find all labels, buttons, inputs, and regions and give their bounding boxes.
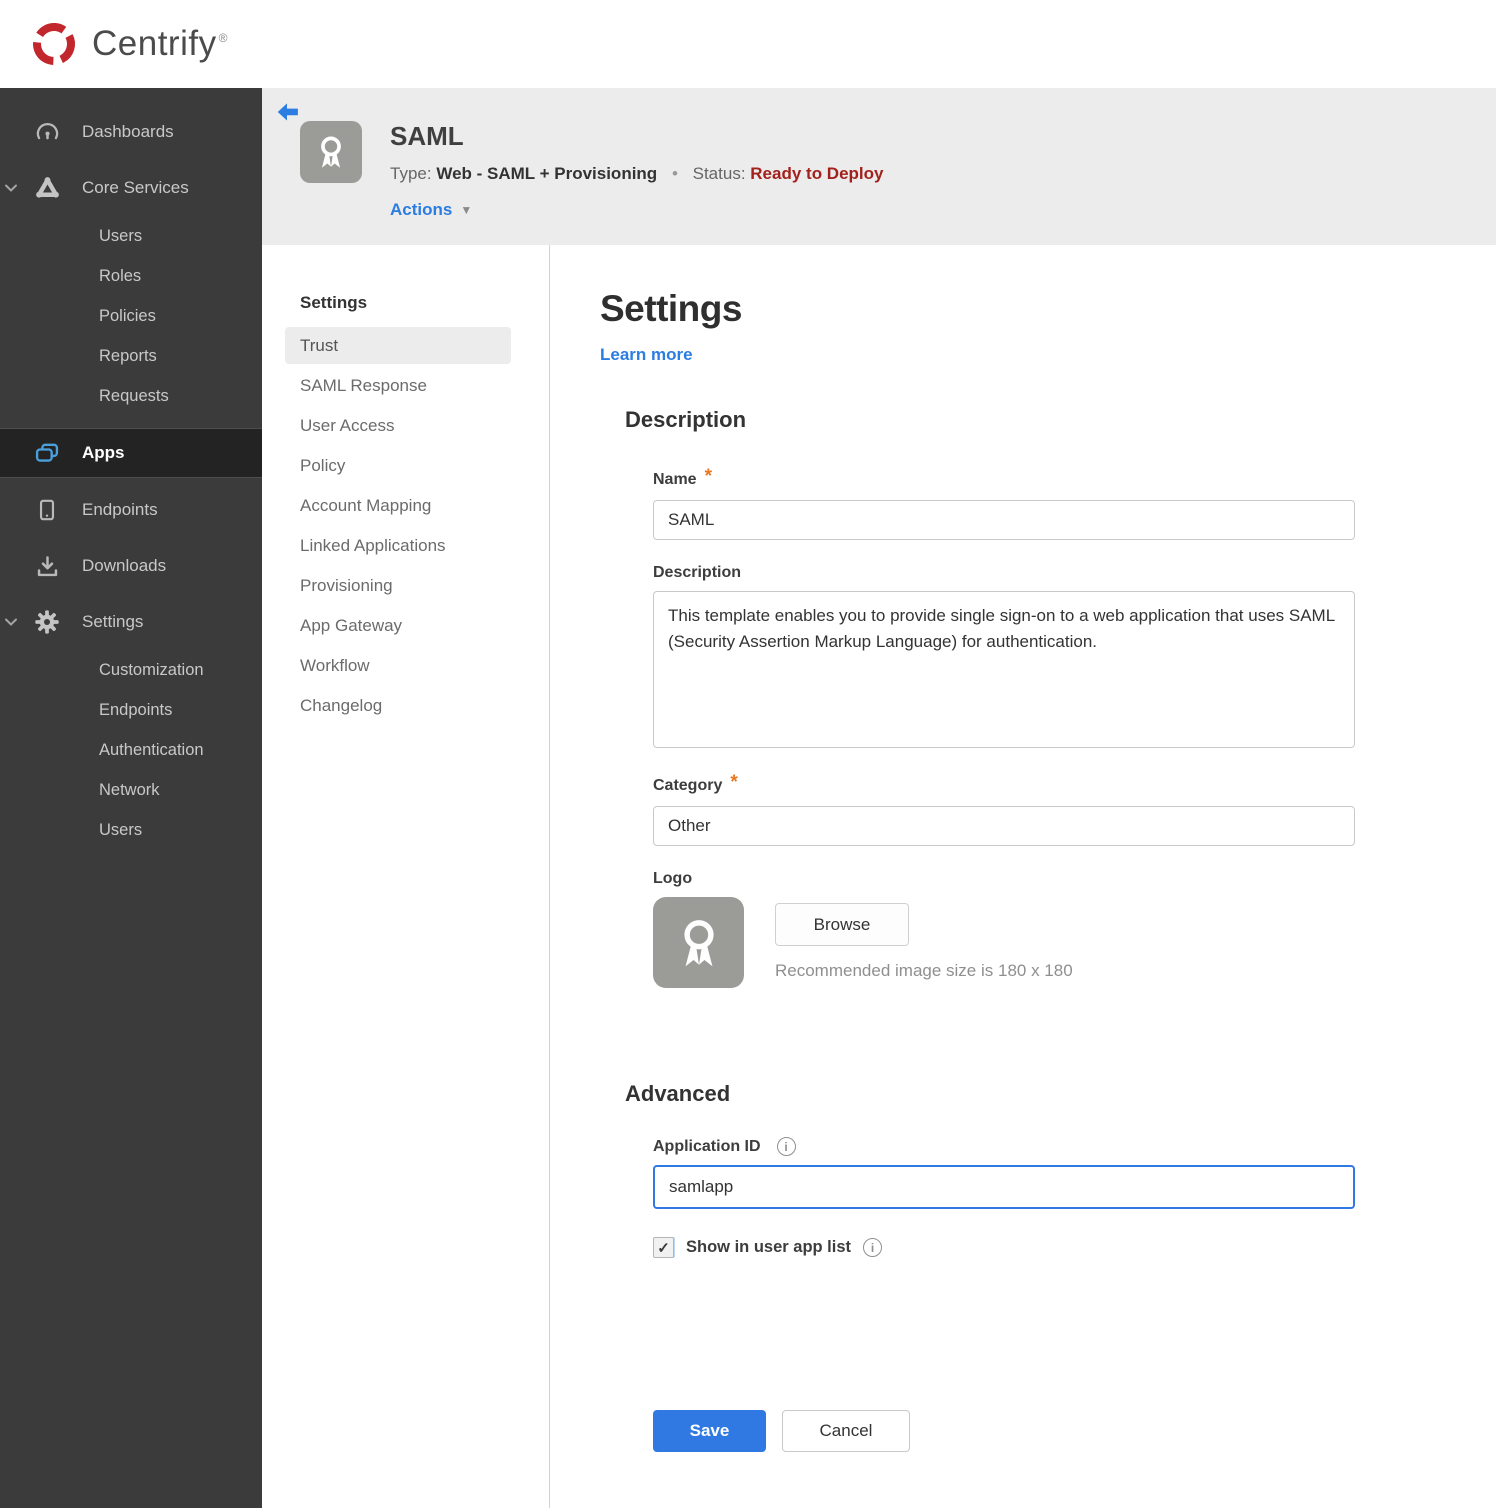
back-arrow-icon[interactable]: [277, 102, 301, 129]
centrify-swirl-icon: [28, 18, 80, 70]
required-asterisk: *: [704, 466, 712, 487]
sidebar-item-roles[interactable]: Roles: [0, 256, 262, 296]
page-title: Settings: [600, 288, 742, 329]
description-textarea[interactable]: This template enables you to provide sin…: [653, 591, 1355, 748]
show-in-app-list-label: Show in user app list: [686, 1238, 852, 1256]
sidebar-item-authentication[interactable]: Authentication: [0, 730, 262, 770]
settings-form: Settings Learn more Description Name * D…: [550, 245, 1496, 1508]
subnav-item-trust[interactable]: Trust: [285, 327, 511, 364]
primary-sidebar: Dashboards Core Services Users Roles Pol…: [0, 88, 262, 1508]
sidebar-item-reports[interactable]: Reports: [0, 336, 262, 376]
subnav-item-linked-applications[interactable]: Linked Applications: [285, 527, 511, 564]
apps-icon: [33, 439, 61, 467]
settings-subnav: Settings Trust SAML Response User Access…: [262, 245, 550, 1508]
app-logo-preview: [653, 897, 744, 988]
status-label: Status:: [692, 164, 746, 183]
gear-icon: [33, 608, 61, 636]
chevron-down-icon: [4, 184, 18, 193]
sidebar-item-downloads[interactable]: Downloads: [0, 538, 262, 594]
category-input[interactable]: [653, 806, 1355, 846]
chevron-down-icon: [4, 618, 18, 627]
browse-button[interactable]: Browse: [775, 903, 909, 946]
subnav-item-saml-response[interactable]: SAML Response: [285, 367, 511, 404]
description-label: Description: [653, 564, 742, 581]
required-asterisk: *: [730, 772, 738, 793]
sidebar-item-endpoints[interactable]: Endpoints: [0, 482, 262, 538]
application-id-input[interactable]: [653, 1165, 1355, 1209]
app-logo: [300, 121, 362, 183]
type-value: Web - SAML + Provisioning: [436, 164, 658, 183]
brand-logo: Centrify ®: [28, 18, 228, 70]
sidebar-item-requests[interactable]: Requests: [0, 376, 262, 416]
sidebar-item-settings-users[interactable]: Users: [0, 810, 262, 850]
subnav-item-policy[interactable]: Policy: [285, 447, 511, 484]
app-title: SAML: [390, 121, 464, 151]
show-in-app-list-checkbox[interactable]: ✓: [653, 1237, 674, 1258]
subnav-item-workflow[interactable]: Workflow: [285, 647, 511, 684]
trademark-symbol: ®: [218, 31, 228, 46]
actions-dropdown[interactable]: Actions ▼: [390, 200, 883, 220]
subnav-item-account-mapping[interactable]: Account Mapping: [285, 487, 511, 524]
cancel-button[interactable]: Cancel: [782, 1410, 910, 1452]
check-icon: ✓: [657, 1239, 670, 1257]
core-services-icon: [33, 175, 61, 202]
status-badge: Ready to Deploy: [750, 164, 884, 183]
info-icon[interactable]: i: [776, 1137, 796, 1156]
top-bar: Centrify ®: [0, 0, 1496, 88]
category-label: Category *: [653, 772, 738, 794]
info-icon[interactable]: i: [863, 1238, 883, 1257]
sidebar-item-policies[interactable]: Policies: [0, 296, 262, 336]
endpoint-icon: [33, 497, 61, 523]
subnav-item-user-access[interactable]: User Access: [285, 407, 511, 444]
save-button[interactable]: Save: [653, 1410, 766, 1452]
subnav-item-app-gateway[interactable]: App Gateway: [285, 607, 511, 644]
gauge-icon: [33, 119, 61, 146]
sidebar-item-settings-endpoints[interactable]: Endpoints: [0, 690, 262, 730]
advanced-section-heading: Advanced: [625, 1081, 731, 1106]
sidebar-item-users[interactable]: Users: [0, 216, 262, 256]
app-meta: Type: Web - SAML + Provisioning • Status…: [390, 164, 883, 184]
sidebar-item-settings[interactable]: Settings: [0, 594, 262, 650]
name-input[interactable]: [653, 500, 1355, 540]
sidebar-item-network[interactable]: Network: [0, 770, 262, 810]
logo-size-hint: Recommended image size is 180 x 180: [775, 961, 1073, 980]
app-header: SAML Type: Web - SAML + Provisioning • S…: [262, 88, 1496, 245]
type-label: Type:: [390, 164, 432, 183]
subnav-header: Settings: [300, 293, 368, 312]
description-section-heading: Description: [625, 407, 747, 432]
sidebar-item-core-services[interactable]: Core Services: [0, 160, 262, 216]
logo-label: Logo: [653, 870, 693, 887]
subnav-item-provisioning[interactable]: Provisioning: [285, 567, 511, 604]
sidebar-item-customization[interactable]: Customization: [0, 650, 262, 690]
brand-name: Centrify ®: [92, 24, 228, 63]
name-label: Name *: [653, 466, 712, 488]
sidebar-item-dashboards[interactable]: Dashboards: [0, 104, 262, 160]
subnav-item-changelog[interactable]: Changelog: [285, 687, 511, 724]
sidebar-item-apps[interactable]: Apps: [0, 428, 262, 478]
caret-down-icon: ▼: [460, 203, 473, 217]
application-id-label: Application ID i: [653, 1137, 1355, 1156]
learn-more-link[interactable]: Learn more: [600, 345, 693, 365]
meta-separator: •: [671, 164, 678, 183]
download-icon: [33, 553, 61, 580]
